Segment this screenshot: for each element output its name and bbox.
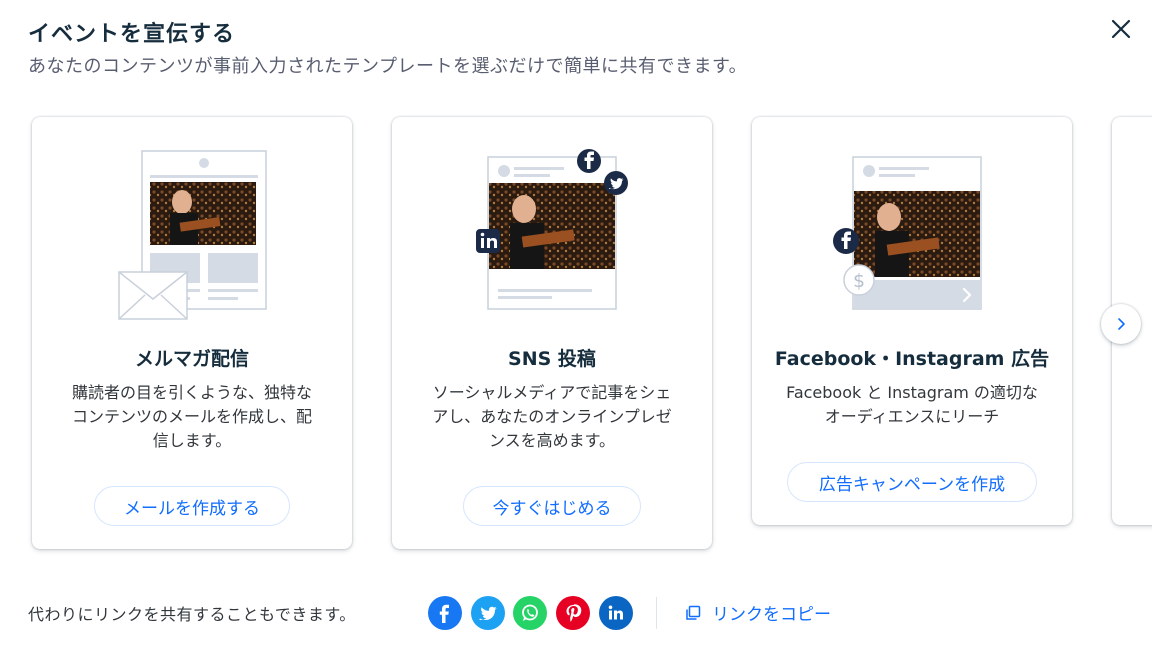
svg-text:$: $ <box>853 270 865 292</box>
copy-icon <box>686 605 701 620</box>
pinterest-icon[interactable] <box>556 596 590 630</box>
create-ad-campaign-button[interactable]: 広告キャンペーンを作成 <box>787 462 1037 502</box>
linkedin-icon[interactable] <box>599 596 633 630</box>
card-email: メルマガ配信 購読者の目を引くような、独特なコンテンツのメールを作成し、配信しま… <box>32 117 352 549</box>
page-title: イベントを宣伝する <box>28 22 236 47</box>
card-description: Facebook と Instagram の適切なオーディエンスにリーチ <box>786 383 1038 426</box>
copy-link-label: リンクをコピー <box>712 605 831 625</box>
card-title: メルマガ配信 <box>134 348 249 370</box>
whatsapp-icon[interactable] <box>513 596 547 630</box>
facebook-icon[interactable] <box>428 596 462 630</box>
start-now-button[interactable]: 今すぐはじめる <box>463 486 641 526</box>
card-title: Facebook・Instagram 広告 <box>774 348 1050 370</box>
page-subtitle: あなたのコンテンツが事前入力されたテンプレートを選ぶだけで簡単に共有できます。 <box>28 56 748 77</box>
copy-link-button[interactable]: リンクをコピー <box>684 600 831 625</box>
card-title: SNS 投稿 <box>508 348 596 370</box>
chevron-right-icon <box>1118 318 1125 330</box>
carousel-next-button[interactable] <box>1101 304 1141 344</box>
email-illustration <box>118 150 267 320</box>
card-sns: SNS 投稿 ソーシャルメディアで記事をシェアし、あなたのオンラインプレゼンスを… <box>392 117 712 549</box>
sns-illustration <box>476 149 628 310</box>
share-link-text: 代わりにリンクを共有することもできます。 <box>28 605 356 624</box>
card-description: 購読者の目を引くような、独特なコンテンツのメールを作成し、配信します。 <box>71 383 312 450</box>
create-email-button[interactable]: メールを作成する <box>94 486 290 526</box>
footer-divider <box>656 597 657 629</box>
card-ads: $ Facebook・Instagram 広告 Facebook と Insta… <box>752 117 1072 525</box>
ads-illustration: $ <box>833 156 982 310</box>
template-carousel: メルマガ配信 購読者の目を引くような、独特なコンテンツのメールを作成し、配信しま… <box>0 100 1152 570</box>
card-description: ソーシャルメディアで記事をシェアし、あなたのオンラインプレゼンスを高めます。 <box>432 383 672 450</box>
twitter-icon[interactable] <box>471 596 505 630</box>
close-icon[interactable] <box>1108 16 1134 42</box>
